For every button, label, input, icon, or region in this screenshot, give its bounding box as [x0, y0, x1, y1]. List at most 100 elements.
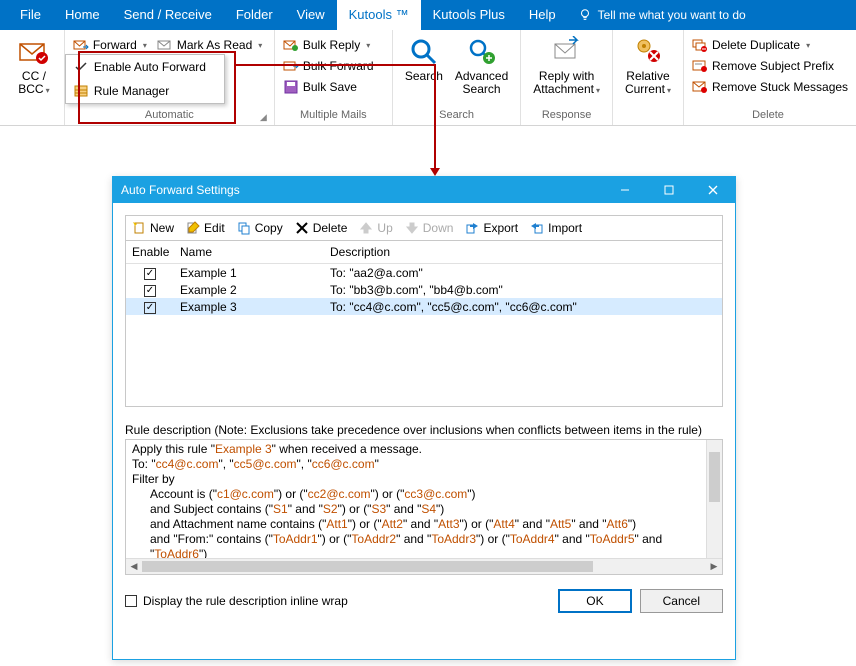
new-icon	[132, 221, 146, 235]
forward-dropdown: Enable Auto Forward Rule Manager	[65, 54, 225, 104]
group-label-relative	[619, 109, 677, 125]
enable-auto-forward-menuitem[interactable]: Enable Auto Forward	[66, 55, 224, 79]
bulk-forward-icon	[283, 58, 299, 74]
down-button[interactable]: Down	[405, 221, 454, 235]
row-checkbox[interactable]: ✓	[144, 302, 156, 314]
bulk-save-label: Bulk Save	[303, 80, 357, 94]
tab-kutools[interactable]: Kutools ™	[337, 0, 421, 30]
relative-current-icon	[632, 36, 664, 68]
tab-help[interactable]: Help	[517, 0, 568, 30]
up-arrow-icon	[359, 221, 373, 235]
enable-auto-forward-label: Enable Auto Forward	[94, 60, 206, 74]
copy-label: Copy	[255, 221, 283, 235]
display-inline-label: Display the rule description inline wrap	[143, 594, 348, 608]
mark-as-read-button[interactable]: Mark As Read ▾	[155, 36, 264, 54]
export-button[interactable]: Export	[465, 221, 518, 235]
bulk-reply-icon	[283, 37, 299, 53]
cancel-button[interactable]: Cancel	[640, 589, 723, 613]
rule-description-box: Apply this rule "Example 3" when receive…	[125, 439, 723, 575]
edit-button[interactable]: Edit	[186, 221, 225, 235]
remove-stuck-button[interactable]: Remove Stuck Messages	[690, 78, 850, 96]
delete-button[interactable]: Delete	[295, 221, 348, 235]
bulk-reply-label: Bulk Reply	[303, 38, 360, 52]
group-launcher-automatic[interactable]: ◢	[260, 112, 272, 124]
group-label-multiple-mails: Multiple Mails	[281, 109, 386, 125]
tab-kutools-plus[interactable]: Kutools Plus	[421, 0, 517, 30]
bulk-forward-button[interactable]: Bulk Forward	[281, 57, 376, 75]
table-row[interactable]: ✓Example 3To: "cc4@c.com", "cc5@c.com", …	[126, 298, 722, 315]
row-desc: To: "aa2@a.com"	[324, 266, 722, 280]
scroll-right-icon[interactable]: ▶	[706, 559, 722, 574]
forward-label: Forward	[93, 38, 137, 52]
minimize-button[interactable]	[603, 177, 647, 203]
delete-icon	[295, 221, 309, 235]
reply-with-attachment-label: Reply with Attachment	[533, 69, 594, 96]
delete-duplicate-label: Delete Duplicate	[712, 38, 800, 52]
advanced-search-button[interactable]: Advanced Search	[449, 32, 514, 96]
down-arrow-icon	[405, 221, 419, 235]
rule-manager-menuitem[interactable]: Rule Manager	[66, 79, 224, 103]
bulk-save-icon	[283, 79, 299, 95]
tab-folder[interactable]: Folder	[224, 0, 285, 30]
group-label-response: Response	[527, 109, 606, 125]
remove-prefix-icon	[692, 58, 708, 74]
col-enable[interactable]: Enable	[126, 241, 174, 263]
tab-file[interactable]: File	[8, 0, 53, 30]
table-row[interactable]: ✓Example 2To: "bb3@b.com", "bb4@b.com"	[126, 281, 722, 298]
chevron-down-icon: ▾	[46, 86, 50, 95]
bulk-reply-button[interactable]: Bulk Reply ▾	[281, 36, 376, 54]
maximize-button[interactable]	[647, 177, 691, 203]
search-button[interactable]: Search	[399, 32, 449, 83]
arrow-connector	[236, 64, 436, 66]
delete-label: Delete	[313, 221, 348, 235]
remove-prefix-button[interactable]: Remove Subject Prefix	[690, 57, 850, 75]
import-button[interactable]: Import	[530, 221, 582, 235]
table-row[interactable]: ✓Example 1To: "aa2@a.com"	[126, 264, 722, 281]
horizontal-scrollbar[interactable]: ◀ ▶	[126, 558, 722, 574]
relative-current-button[interactable]: Relative Current▾	[619, 32, 677, 97]
col-description[interactable]: Description	[324, 241, 722, 263]
copy-button[interactable]: Copy	[237, 221, 283, 235]
new-button[interactable]: New	[132, 221, 174, 235]
rule-manager-label: Rule Manager	[94, 84, 169, 98]
forward-button[interactable]: Forward ▾	[71, 36, 149, 54]
scrollbar-thumb[interactable]	[142, 561, 593, 572]
col-name[interactable]: Name	[174, 241, 324, 263]
tab-view[interactable]: View	[285, 0, 337, 30]
rule-description-text: Apply this rule "Example 3" when receive…	[126, 440, 722, 558]
remove-stuck-label: Remove Stuck Messages	[712, 80, 848, 94]
scrollbar-thumb[interactable]	[709, 452, 720, 502]
vertical-scrollbar[interactable]	[706, 440, 722, 558]
dialog-footer: Display the rule description inline wrap…	[125, 589, 723, 613]
row-checkbox[interactable]: ✓	[144, 285, 156, 297]
ok-button[interactable]: OK	[558, 589, 631, 613]
forward-envelope-icon	[73, 37, 89, 53]
relative-current-label: Relative Current	[625, 69, 670, 96]
tell-me[interactable]: Tell me what you want to do	[578, 0, 746, 30]
display-inline-checkbox[interactable]	[125, 595, 137, 607]
bulk-save-button[interactable]: Bulk Save	[281, 78, 376, 96]
ccbcc-button[interactable]: CC / BCC▾	[10, 32, 58, 97]
arrow-head-icon	[430, 168, 440, 176]
tab-home[interactable]: Home	[53, 0, 112, 30]
close-button[interactable]	[691, 177, 735, 203]
reply-with-attachment-button[interactable]: Reply with Attachment▾	[527, 32, 606, 97]
up-button[interactable]: Up	[359, 221, 392, 235]
chevron-down-icon: ▾	[143, 41, 147, 50]
minimize-icon	[620, 185, 630, 195]
group-label-ccbcc	[10, 109, 58, 125]
advanced-search-label: Advanced Search	[455, 70, 508, 96]
export-icon	[465, 221, 479, 235]
delete-duplicate-icon	[692, 37, 708, 53]
scroll-left-icon[interactable]: ◀	[126, 559, 142, 574]
tab-send-receive[interactable]: Send / Receive	[112, 0, 224, 30]
delete-duplicate-button[interactable]: Delete Duplicate ▾	[690, 36, 850, 54]
mark-as-read-label: Mark As Read	[177, 38, 252, 52]
chevron-down-icon: ▾	[366, 41, 370, 50]
new-label: New	[150, 221, 174, 235]
remove-prefix-label: Remove Subject Prefix	[712, 59, 834, 73]
chevron-down-icon: ▾	[806, 41, 810, 50]
import-icon	[530, 221, 544, 235]
arrow-connector	[434, 64, 436, 170]
row-checkbox[interactable]: ✓	[144, 268, 156, 280]
